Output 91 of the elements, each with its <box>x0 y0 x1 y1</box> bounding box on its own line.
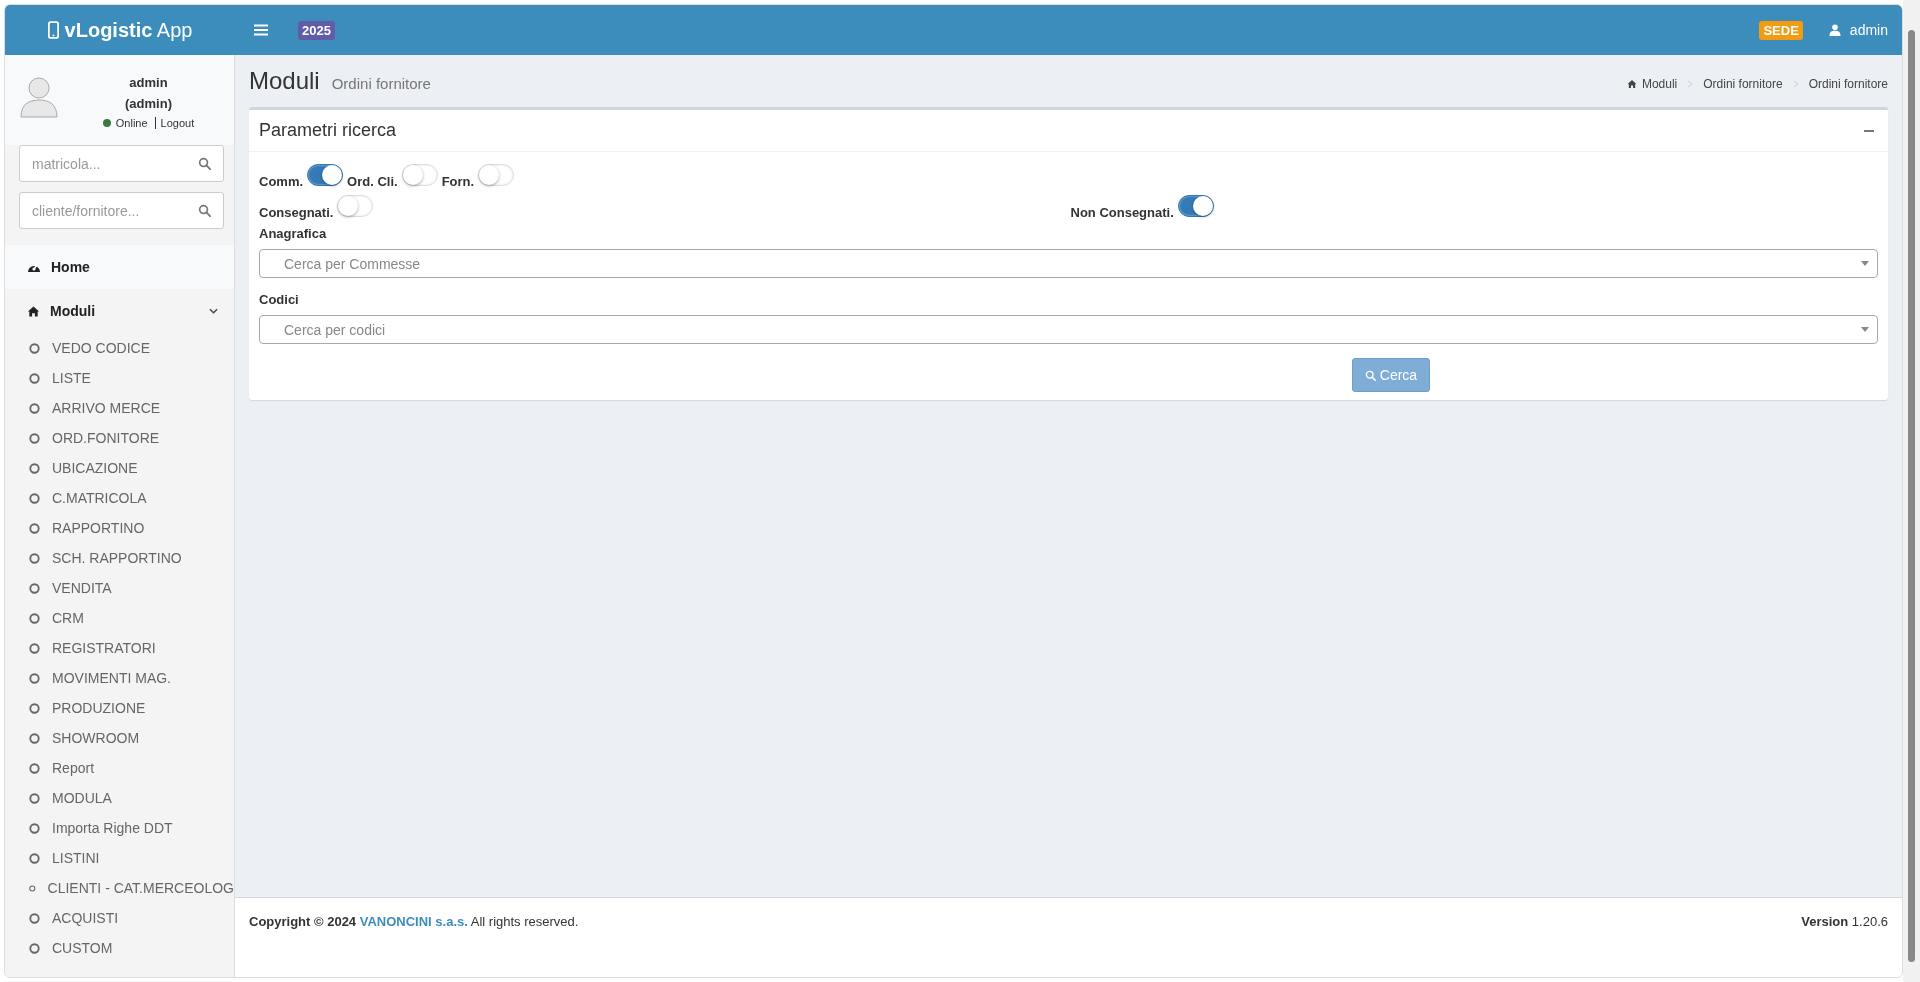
circle-icon <box>29 402 40 414</box>
scrollbar[interactable] <box>1903 0 1920 982</box>
minus-icon <box>1864 129 1874 132</box>
sidebar-item[interactable]: SCH. RAPPORTINO <box>5 543 234 573</box>
circle-icon <box>29 492 40 504</box>
home-icon <box>1626 79 1637 89</box>
version-text: Version 1.20.6 <box>1801 914 1888 931</box>
sidebar-item[interactable]: REGISTRATORI <box>5 633 234 663</box>
circle-icon <box>29 552 40 564</box>
search-icon <box>198 157 211 170</box>
menu-icon <box>254 24 268 36</box>
avatar-icon <box>19 75 59 119</box>
nav-item[interactable]: Home <box>5 245 234 289</box>
company-link[interactable]: VANONCINI s.a.s. <box>359 914 468 929</box>
circle-icon <box>29 462 40 474</box>
circle-icon <box>29 702 40 714</box>
page-title: Moduli <box>249 67 320 95</box>
sidebar-item[interactable]: CUSTOM <box>5 933 234 963</box>
sidebar-item[interactable]: Importa Righe DDT <box>5 813 234 843</box>
caret-icon <box>1861 327 1869 332</box>
status-text: Online <box>115 117 148 129</box>
user-name: admin <box>129 75 168 90</box>
circle-icon <box>29 732 40 744</box>
breadcrumb-item: Ordini fornitore <box>1808 77 1888 91</box>
search-icon <box>198 204 211 217</box>
sidebar-item[interactable]: C.MATRICOLA <box>5 483 234 513</box>
circle-icon <box>29 642 40 654</box>
circle-icon <box>29 882 36 894</box>
circle-icon <box>29 582 40 594</box>
site-label: SEDE <box>1759 20 1803 40</box>
circle-icon <box>29 432 40 444</box>
separator-icon <box>1792 80 1799 88</box>
chevron-down-icon <box>209 308 218 314</box>
toggle-label: Forn. <box>441 173 475 189</box>
sidebar-item[interactable]: MODULA <box>5 783 234 813</box>
search-icon <box>1364 369 1376 381</box>
circle-icon <box>29 372 40 384</box>
toggle-label: Consegnati. <box>259 204 334 220</box>
panel-title: Parametri ricerca <box>259 120 397 141</box>
circle-icon <box>29 612 40 624</box>
sidebar-item[interactable]: VEDO CODICE <box>5 333 234 363</box>
sidebar-item[interactable]: CRM <box>5 603 234 633</box>
select-field[interactable]: Cerca per Commesse <box>259 249 1878 278</box>
select-field[interactable]: Cerca per codici <box>259 315 1878 344</box>
year-label: 2025 <box>298 20 335 40</box>
status-dot <box>102 119 111 127</box>
sidebar-item[interactable]: ARRIVO MERCE <box>5 393 234 423</box>
sidebar-item[interactable]: ACQUISTI <box>5 903 234 933</box>
logout-link[interactable]: Logout <box>154 117 195 129</box>
breadcrumb-item[interactable]: Ordini fornitore <box>1703 77 1783 91</box>
sidebar-item[interactable]: LISTINI <box>5 843 234 873</box>
circle-icon <box>29 672 40 684</box>
field-label: Codici <box>259 292 300 307</box>
sidebar-item[interactable]: MOVIMENTI MAG. <box>5 663 234 693</box>
caret-icon <box>1861 261 1869 266</box>
circle-icon <box>29 792 40 804</box>
sidebar-item[interactable]: VENDITA <box>5 573 234 603</box>
sidebar-item[interactable]: ORD.FONITORE <box>5 423 234 453</box>
circle-icon <box>29 852 40 864</box>
circle-icon <box>29 342 40 354</box>
phone-icon <box>47 21 59 39</box>
toggle-switch[interactable] <box>307 164 344 186</box>
toggle-label: Comm. <box>259 173 304 189</box>
sidebar-item[interactable]: PRODUZIONE <box>5 693 234 723</box>
circle-icon <box>29 762 40 774</box>
circle-icon <box>29 822 40 834</box>
search-field[interactable]: cliente/fornitore... <box>19 192 224 229</box>
page-subtitle: Ordini fornitore <box>331 75 431 92</box>
user-icon <box>1828 24 1841 36</box>
sidebar-item[interactable]: RAPPORTINO <box>5 513 234 543</box>
separator-icon <box>1687 80 1694 88</box>
toggle-label: Non Consegnati. <box>1070 204 1174 220</box>
circle-icon <box>29 522 40 534</box>
user-menu[interactable]: admin <box>1828 22 1888 38</box>
field-label: Anagrafica <box>259 226 328 241</box>
scrollbar-thumb[interactable] <box>1908 30 1915 962</box>
circle-icon <box>29 942 40 954</box>
app-logo[interactable]: vLogistic App <box>64 18 193 42</box>
copyright-text: Copyright © 2024 VANONCINI s.a.s. All rights reserved. <box>249 914 579 931</box>
sidebar-item[interactable]: UBICAZIONE <box>5 453 234 483</box>
circle-icon <box>29 912 40 924</box>
sidebar-item[interactable]: Report <box>5 753 234 783</box>
sidebar-item[interactable]: CLIENTI - CAT.MERCEOLOG <box>5 873 234 903</box>
sidebar-item[interactable]: LISTE <box>5 363 234 393</box>
sidebar-item[interactable]: SHOWROOM <box>5 723 234 753</box>
search-field[interactable]: matricola... <box>19 145 224 182</box>
toggle-switch[interactable] <box>1177 195 1214 217</box>
toggle-label: Ord. Cli. <box>347 173 398 189</box>
home-icon <box>27 304 40 318</box>
user-role: (admin) <box>125 96 172 111</box>
breadcrumb-item[interactable]: Moduli <box>1626 77 1678 91</box>
